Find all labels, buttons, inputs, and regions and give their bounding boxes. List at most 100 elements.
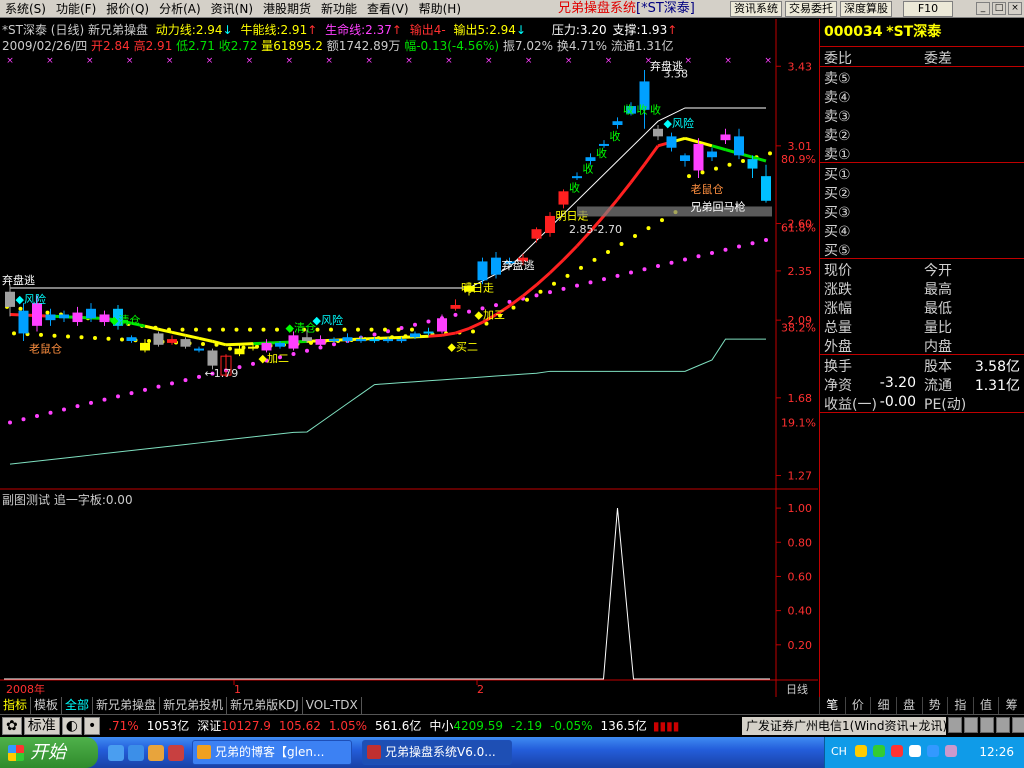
minimize-icon[interactable]: _	[976, 2, 990, 15]
chart-area[interactable]: 3.43 3.01 2.60 2.35 2.09 1.68 1.27 80.9% 61.8% 38…	[0, 19, 818, 703]
quote-tab-0[interactable]: 笔	[819, 697, 845, 714]
top-marker: ×	[764, 56, 772, 66]
info-system-button[interactable]: 资讯系统	[730, 1, 782, 17]
bull-line	[535, 271, 551, 286]
support-dot	[342, 327, 347, 332]
financial-stats: 换手 股本 3.58亿 净资 -3.20 流通 1.31亿 收益(一) -0.00 PE(动)	[820, 355, 1024, 413]
quote-tab-1[interactable]: 价	[844, 697, 871, 714]
lifeline-dot	[629, 270, 633, 275]
quote-tab-5[interactable]: 指	[947, 697, 973, 714]
start-button[interactable]: 开始	[0, 737, 98, 768]
language-indicator[interactable]: CH	[831, 745, 847, 758]
lifeline-dot	[723, 247, 728, 252]
indicator-tab-0[interactable]: 指标	[0, 697, 32, 714]
shenzhen-change: 105.62	[278, 718, 321, 733]
menu-item-4[interactable]: 资讯(N)	[206, 0, 258, 18]
lifeline-dot	[102, 397, 107, 402]
menu-item-3[interactable]: 分析(A)	[154, 0, 206, 18]
indicator-header: *ST深泰 (日线) 新兄弟操盘 动力线:2.94↓ 牛能线:2.91↑ 生命线…	[2, 21, 677, 38]
menu-item-0[interactable]: 系统(S)	[0, 0, 51, 18]
quote-tab-4[interactable]: 势	[921, 697, 948, 714]
close-icon[interactable]: ×	[1008, 2, 1022, 15]
quote-turnover: 换4.71%	[556, 39, 607, 53]
windows-taskbar: 开始 兄弟的博客【glen... 兄弟操盘系统V6.0... CH 12:26	[0, 737, 1024, 768]
maximize-icon[interactable]: □	[992, 2, 1006, 15]
sub-tick-label: 1.00	[788, 502, 813, 515]
windows-logo-icon	[8, 745, 24, 761]
f10-button[interactable]: F10	[903, 1, 953, 17]
candle-body	[59, 314, 69, 319]
top-marker: ×	[325, 56, 333, 66]
sell-row: 卖②	[820, 124, 1024, 144]
deep-calc-button[interactable]: 深度算股	[840, 1, 892, 17]
candle-body	[410, 333, 420, 338]
app-icon[interactable]	[168, 745, 184, 761]
lifeline-dot	[197, 374, 201, 379]
menu-item-1[interactable]: 功能(F)	[51, 0, 101, 18]
quote-tab-7[interactable]: 筹	[998, 697, 1024, 714]
sell-row: 卖③	[820, 105, 1024, 125]
task-blog[interactable]: 兄弟的博客【glen...	[192, 740, 352, 765]
shenzhen-label: 深证	[197, 719, 222, 733]
lifeline-dot	[467, 309, 471, 314]
support-dot	[275, 327, 279, 332]
menu-item-5[interactable]: 港股期货	[258, 0, 316, 18]
tray-icon[interactable]	[927, 745, 939, 757]
candle-body	[72, 312, 83, 323]
lifeline-dot	[8, 420, 12, 425]
dot-icon[interactable]: •	[83, 716, 101, 735]
indicator-tab-2[interactable]: 全部	[62, 697, 94, 714]
lifeline-dot	[129, 391, 134, 396]
menu-icon[interactable]	[1012, 717, 1024, 733]
top-marker: ×	[605, 56, 613, 66]
quote-tab-3[interactable]: 盘	[895, 697, 922, 714]
ticker-prev-pct: .71%	[108, 718, 139, 733]
tray-icon[interactable]	[855, 745, 867, 757]
media-icon[interactable]	[148, 745, 164, 761]
menu-item-2[interactable]: 报价(Q)	[101, 0, 154, 18]
candle-body	[342, 337, 353, 341]
task-trading[interactable]: 兄弟操盘系统V6.0...	[362, 740, 512, 765]
lock-icon[interactable]	[964, 717, 978, 733]
tray-icon[interactable]	[873, 745, 885, 757]
toolbar: 资讯系统 交易委托 深度算股 F10	[730, 1, 953, 17]
tray-icon[interactable]	[945, 745, 957, 757]
fin-label: 净资	[824, 378, 852, 394]
desktop-icon[interactable]	[128, 745, 144, 761]
shenzhen-amount: 561.6亿	[375, 719, 422, 733]
gear-icon[interactable]: ✿	[2, 716, 22, 735]
moon-icon[interactable]: ◐	[61, 716, 82, 735]
standard-button[interactable]: 标准	[23, 716, 60, 735]
fin-value: -0.00	[879, 394, 916, 410]
top-marker: ×	[565, 56, 573, 66]
link-icon[interactable]	[980, 717, 994, 733]
menu-item-8[interactable]: 帮助(H)	[414, 0, 466, 18]
bull-line	[548, 258, 565, 274]
support-dot	[579, 265, 583, 270]
menu-item-6[interactable]: 新功能	[316, 0, 362, 18]
tray-icon[interactable]	[909, 745, 921, 757]
candle-body	[450, 305, 461, 309]
quote-tab-6[interactable]: 值	[972, 697, 999, 714]
indicator-tab-4[interactable]: 新兄弟投机	[160, 697, 228, 714]
menu-item-7[interactable]: 查看(V)	[362, 0, 414, 18]
quote-tab-2[interactable]: 细	[870, 697, 896, 714]
kline-chart[interactable]: 3.433.012.602.352.091.681.2780.9%61.8%38…	[0, 19, 818, 697]
support-dot	[12, 331, 16, 336]
indicator-tab-6[interactable]: VOL-TDX	[303, 697, 362, 714]
stat-label: 外盘	[824, 339, 852, 355]
browser-icon[interactable]	[108, 745, 124, 761]
alert-icon[interactable]	[948, 717, 962, 733]
support-dot	[369, 327, 374, 332]
support-dot	[39, 332, 43, 337]
lifeline-dot	[426, 319, 431, 324]
trade-order-button[interactable]: 交易委托	[785, 1, 837, 17]
candle-body	[734, 136, 744, 156]
indicator-tab-5[interactable]: 新兄弟版KDJ	[227, 697, 303, 714]
disk-icon[interactable]	[996, 717, 1010, 733]
indicator-tab-3[interactable]: 新兄弟操盘	[93, 697, 161, 714]
indicator-tab-1[interactable]: 模板	[31, 697, 63, 714]
tray-icon[interactable]	[891, 745, 903, 757]
output5: 输出5:2.94	[453, 23, 516, 37]
candle-body	[329, 339, 339, 342]
